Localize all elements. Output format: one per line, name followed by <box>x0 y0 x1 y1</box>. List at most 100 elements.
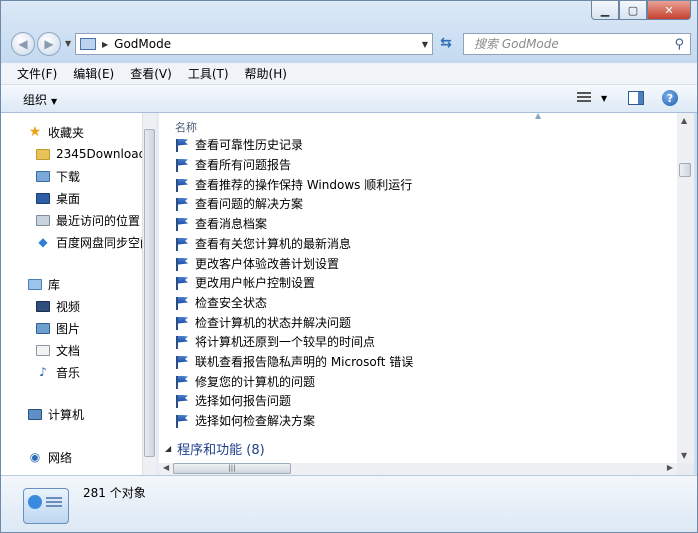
breadcrumb-chevron-icon[interactable]: ▶ <box>102 40 108 49</box>
scroll-right-icon[interactable]: ▶ <box>667 463 673 472</box>
nav-scroll-thumb[interactable] <box>144 129 155 457</box>
view-options-dropdown[interactable]: ▼ <box>601 94 607 103</box>
menu-view[interactable]: 查看(V) <box>122 65 180 82</box>
group-header-label: 程序和功能 (8) <box>177 443 265 458</box>
nav-item-downloads[interactable]: 下载 <box>35 167 80 185</box>
list-item-label: 更改用户帐户控制设置 <box>195 276 316 290</box>
address-dropdown-icon[interactable]: ▼ <box>422 40 428 49</box>
list-item[interactable]: 查看推荐的操作保持 Windows 顺利运行 <box>175 175 412 194</box>
menu-help[interactable]: 帮助(H) <box>237 65 295 82</box>
list-item[interactable]: 查看消息档案 <box>175 214 267 233</box>
change-view-button[interactable] <box>577 92 593 104</box>
explorer-window: ▁ ▢ ✕ ◀ ▶ ▼ ▶ GodMode ▼ ⇆ ⚲ 文件(F) 编辑(E) … <box>0 0 698 533</box>
list-item[interactable]: 将计算机还原到一个较早的时间点 <box>175 332 375 351</box>
nav-item-2345downloads[interactable]: 2345Downloads <box>35 145 143 163</box>
action-center-flag-icon <box>175 316 189 330</box>
caption-buttons: ▁ ▢ ✕ <box>591 1 691 21</box>
help-icon: ? <box>666 91 674 105</box>
nav-favorites[interactable]: ★ 收藏夹 <box>27 123 84 141</box>
action-center-flag-icon <box>175 276 189 290</box>
refresh-button[interactable]: ⇆ <box>435 33 457 53</box>
nav-item-desktop[interactable]: 桌面 <box>35 189 80 207</box>
list-item[interactable]: 检查安全状态 <box>175 293 267 312</box>
action-center-flag-icon <box>175 355 189 369</box>
collapse-triangle-icon[interactable]: ◢ <box>165 444 171 453</box>
nav-item-music[interactable]: ♪ 音乐 <box>35 363 80 381</box>
content-scroll-thumb[interactable] <box>679 163 691 177</box>
list-item-label: 更改客户体验改善计划设置 <box>195 257 340 271</box>
nav-computer[interactable]: 计算机 <box>27 405 84 423</box>
chevron-down-icon: ▼ <box>51 97 58 106</box>
nav-pane-scrollbar[interactable] <box>142 113 157 475</box>
nav-item-label: 2345Downloads <box>56 147 143 161</box>
organize-button[interactable]: 组织 ▼ <box>23 91 57 108</box>
menu-tools[interactable]: 工具(T) <box>180 65 237 82</box>
nav-item-label: 视频 <box>56 299 81 314</box>
help-button[interactable]: ? <box>662 90 678 106</box>
list-item[interactable]: 修复您的计算机的问题 <box>175 372 315 391</box>
content-horizontal-scrollbar[interactable]: ◀ ||| ▶ <box>159 463 677 475</box>
list-item-label: 检查安全状态 <box>195 296 268 310</box>
documents-icon <box>35 343 51 357</box>
scroll-down-icon[interactable]: ▼ <box>681 451 687 460</box>
scroll-up-icon[interactable]: ▲ <box>681 116 687 125</box>
nav-item-videos[interactable]: 视频 <box>35 297 80 315</box>
pictures-icon <box>35 321 51 335</box>
breadcrumb-godmode[interactable]: GodMode <box>114 37 171 51</box>
search-icon[interactable]: ⚲ <box>674 37 684 52</box>
menu-edit[interactable]: 编辑(E) <box>65 65 122 82</box>
recent-places-icon <box>35 213 51 227</box>
search-input[interactable] <box>472 36 675 52</box>
nav-item-recent-places[interactable]: 最近访问的位置 <box>35 211 140 229</box>
maximize-button[interactable]: ▢ <box>619 1 647 20</box>
action-center-flag-icon <box>175 158 189 172</box>
list-item-label: 查看所有问题报告 <box>195 158 292 172</box>
nav-network[interactable]: ◉ 网络 <box>27 448 72 466</box>
music-icon: ♪ <box>39 365 47 379</box>
recent-pages-dropdown[interactable]: ▼ <box>65 39 71 48</box>
list-item[interactable]: 查看有关您计算机的最新消息 <box>175 234 351 253</box>
action-center-flag-icon <box>175 335 189 349</box>
list-item[interactable]: 检查计算机的状态并解决问题 <box>175 313 351 332</box>
refresh-icon: ⇆ <box>440 35 452 51</box>
nav-item-documents[interactable]: 文档 <box>35 341 80 359</box>
column-header-name[interactable]: 名称 <box>175 119 197 135</box>
scroll-left-icon[interactable]: ◀ <box>163 463 169 472</box>
forward-button[interactable]: ▶ <box>37 32 61 56</box>
back-button[interactable]: ◀ <box>11 32 35 56</box>
action-center-flag-icon <box>175 217 189 231</box>
list-item-label: 修复您的计算机的问题 <box>195 375 316 389</box>
list-item[interactable]: 更改客户体验改善计划设置 <box>175 254 339 273</box>
nav-item-baidu-sync[interactable]: ◆ 百度网盘同步空间 <box>35 233 143 251</box>
minimize-button[interactable]: ▁ <box>591 1 619 20</box>
list-item[interactable]: 查看所有问题报告 <box>175 155 291 174</box>
nav-item-pictures[interactable]: 图片 <box>35 319 80 337</box>
menu-file[interactable]: 文件(F) <box>1 65 65 82</box>
list-item-label: 将计算机还原到一个较早的时间点 <box>195 335 376 349</box>
list-item[interactable]: 联机查看报告隐私声明的 Microsoft 错误 <box>175 352 413 371</box>
list-item[interactable]: 选择如何报告问题 <box>175 391 291 410</box>
nav-libraries[interactable]: 库 <box>27 275 60 293</box>
address-bar[interactable]: ▶ GodMode ▼ <box>75 33 433 55</box>
action-center-flag-icon <box>175 375 189 389</box>
nav-item-label: 文档 <box>56 343 81 358</box>
horizontal-scroll-thumb[interactable]: ||| <box>173 463 291 474</box>
star-icon: ★ <box>28 124 42 140</box>
group-header-programs[interactable]: ◢ 程序和功能 (8) <box>165 439 265 458</box>
list-item-label: 选择如何检查解决方案 <box>195 414 316 428</box>
content-vertical-scrollbar[interactable]: ▲ ▼ <box>677 113 694 463</box>
list-item[interactable]: 更改用户帐户控制设置 <box>175 273 315 292</box>
nav-computer-label: 计算机 <box>48 407 85 422</box>
action-center-flag-icon <box>175 257 189 271</box>
list-item-label: 查看有关您计算机的最新消息 <box>195 237 352 251</box>
network-icon: ◉ <box>29 450 41 464</box>
close-button[interactable]: ✕ <box>647 1 691 20</box>
nav-item-label: 最近访问的位置 <box>56 213 141 228</box>
search-box[interactable]: ⚲ <box>463 33 691 55</box>
nav-item-label: 下载 <box>56 169 81 184</box>
list-item[interactable]: 选择如何检查解决方案 <box>175 411 315 430</box>
list-item[interactable]: 查看可靠性历史记录 <box>175 135 303 154</box>
preview-pane-button[interactable] <box>628 91 644 105</box>
list-item[interactable]: 查看问题的解决方案 <box>175 194 303 213</box>
title-bar: ▁ ▢ ✕ ◀ ▶ ▼ ▶ GodMode ▼ ⇆ ⚲ <box>1 1 697 63</box>
